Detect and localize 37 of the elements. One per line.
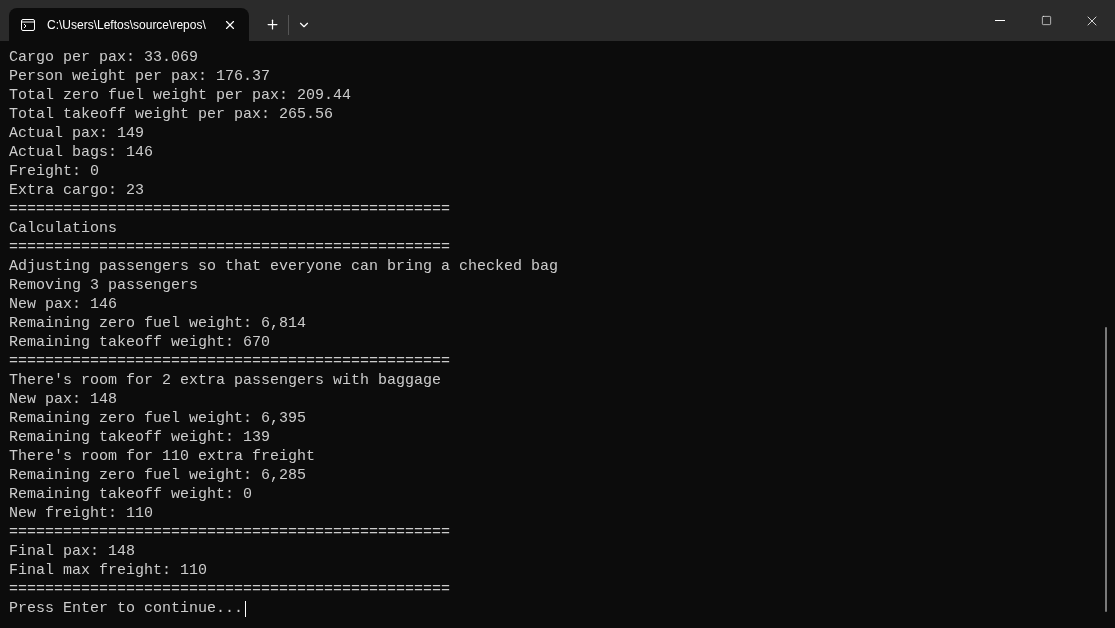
console-line: Remaining takeoff weight: 139 (9, 428, 271, 447)
console-line: Remaining zero fuel weight: 6,285 (9, 466, 307, 485)
console-line: Final max freight: 110 (9, 561, 208, 580)
console-line: Final pax: 148 (9, 542, 136, 561)
console-line: Remaining takeoff weight: 670 (9, 333, 271, 352)
maximize-icon (1040, 15, 1052, 26)
console-line: Total takeoff weight per pax: 265.56 (9, 105, 334, 124)
console-line: Remaining zero fuel weight: 6,395 (9, 409, 307, 428)
console-line: Freight: 0 (9, 162, 99, 181)
console-line: New pax: 148 (9, 390, 118, 409)
console-line: There's room for 110 extra freight (9, 447, 316, 466)
minimize-icon (995, 20, 1005, 21)
console-line: ================================================= (9, 352, 451, 371)
console-line: Person weight per pax: 176.37 (9, 67, 271, 86)
console-line: Press Enter to continue... (9, 599, 244, 618)
console-line: Calculations (9, 219, 118, 238)
console-line: ================================================= (9, 523, 451, 542)
console-line: Remaining zero fuel weight: 6,814 (9, 314, 307, 333)
console-line: New freight: 110 (9, 504, 154, 523)
console-line: Remaining takeoff weight: 0 (9, 485, 253, 504)
plus-icon (265, 17, 280, 32)
console-line: Actual bags: 146 (9, 143, 154, 162)
console-line: Total zero fuel weight per pax: 209.44 (9, 86, 352, 105)
console-line: There's room for 2 extra passengers with baggage (9, 371, 442, 390)
console-line: ================================================= (9, 238, 451, 257)
console-line: Cargo per pax: 33.069 (9, 48, 199, 67)
console-line: Removing 3 passengers (9, 276, 199, 295)
text-cursor (245, 600, 247, 617)
terminal-tab[interactable]: C:\Users\Leftos\source\repos\ (9, 8, 249, 41)
terminal-icon (21, 18, 35, 31)
console-line: ================================================= (9, 200, 451, 219)
console-line: Actual pax: 149 (9, 124, 145, 143)
console-line: New pax: 146 (9, 295, 118, 314)
console-line: Adjusting passengers so that everyone can bring a checked bag (9, 257, 559, 276)
console-line: Extra cargo: 23 (9, 181, 145, 200)
console-line: ================================================= (9, 580, 451, 599)
tab-title: C:\Users\Leftos\source\repos\ (47, 16, 207, 34)
